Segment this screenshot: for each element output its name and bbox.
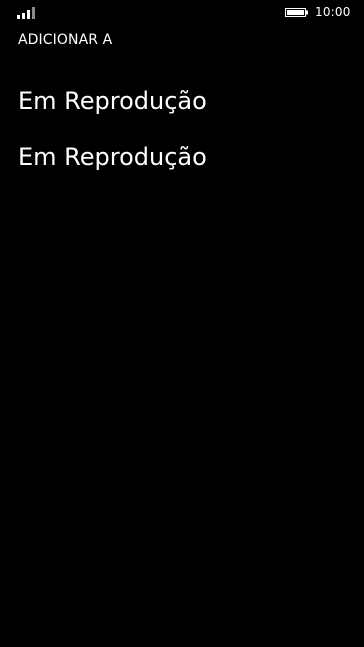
signal-strength-icon [17, 7, 35, 19]
playlist-list: Em Reprodução Em Reprodução [0, 83, 364, 195]
page-title: ADICIONAR A [18, 32, 113, 48]
list-item[interactable]: Em Reprodução [0, 139, 364, 195]
list-item[interactable]: Em Reprodução [0, 83, 364, 139]
status-bar: 10:00 [0, 0, 364, 24]
battery-icon [285, 8, 308, 17]
clock-time: 10:00 [315, 5, 351, 19]
